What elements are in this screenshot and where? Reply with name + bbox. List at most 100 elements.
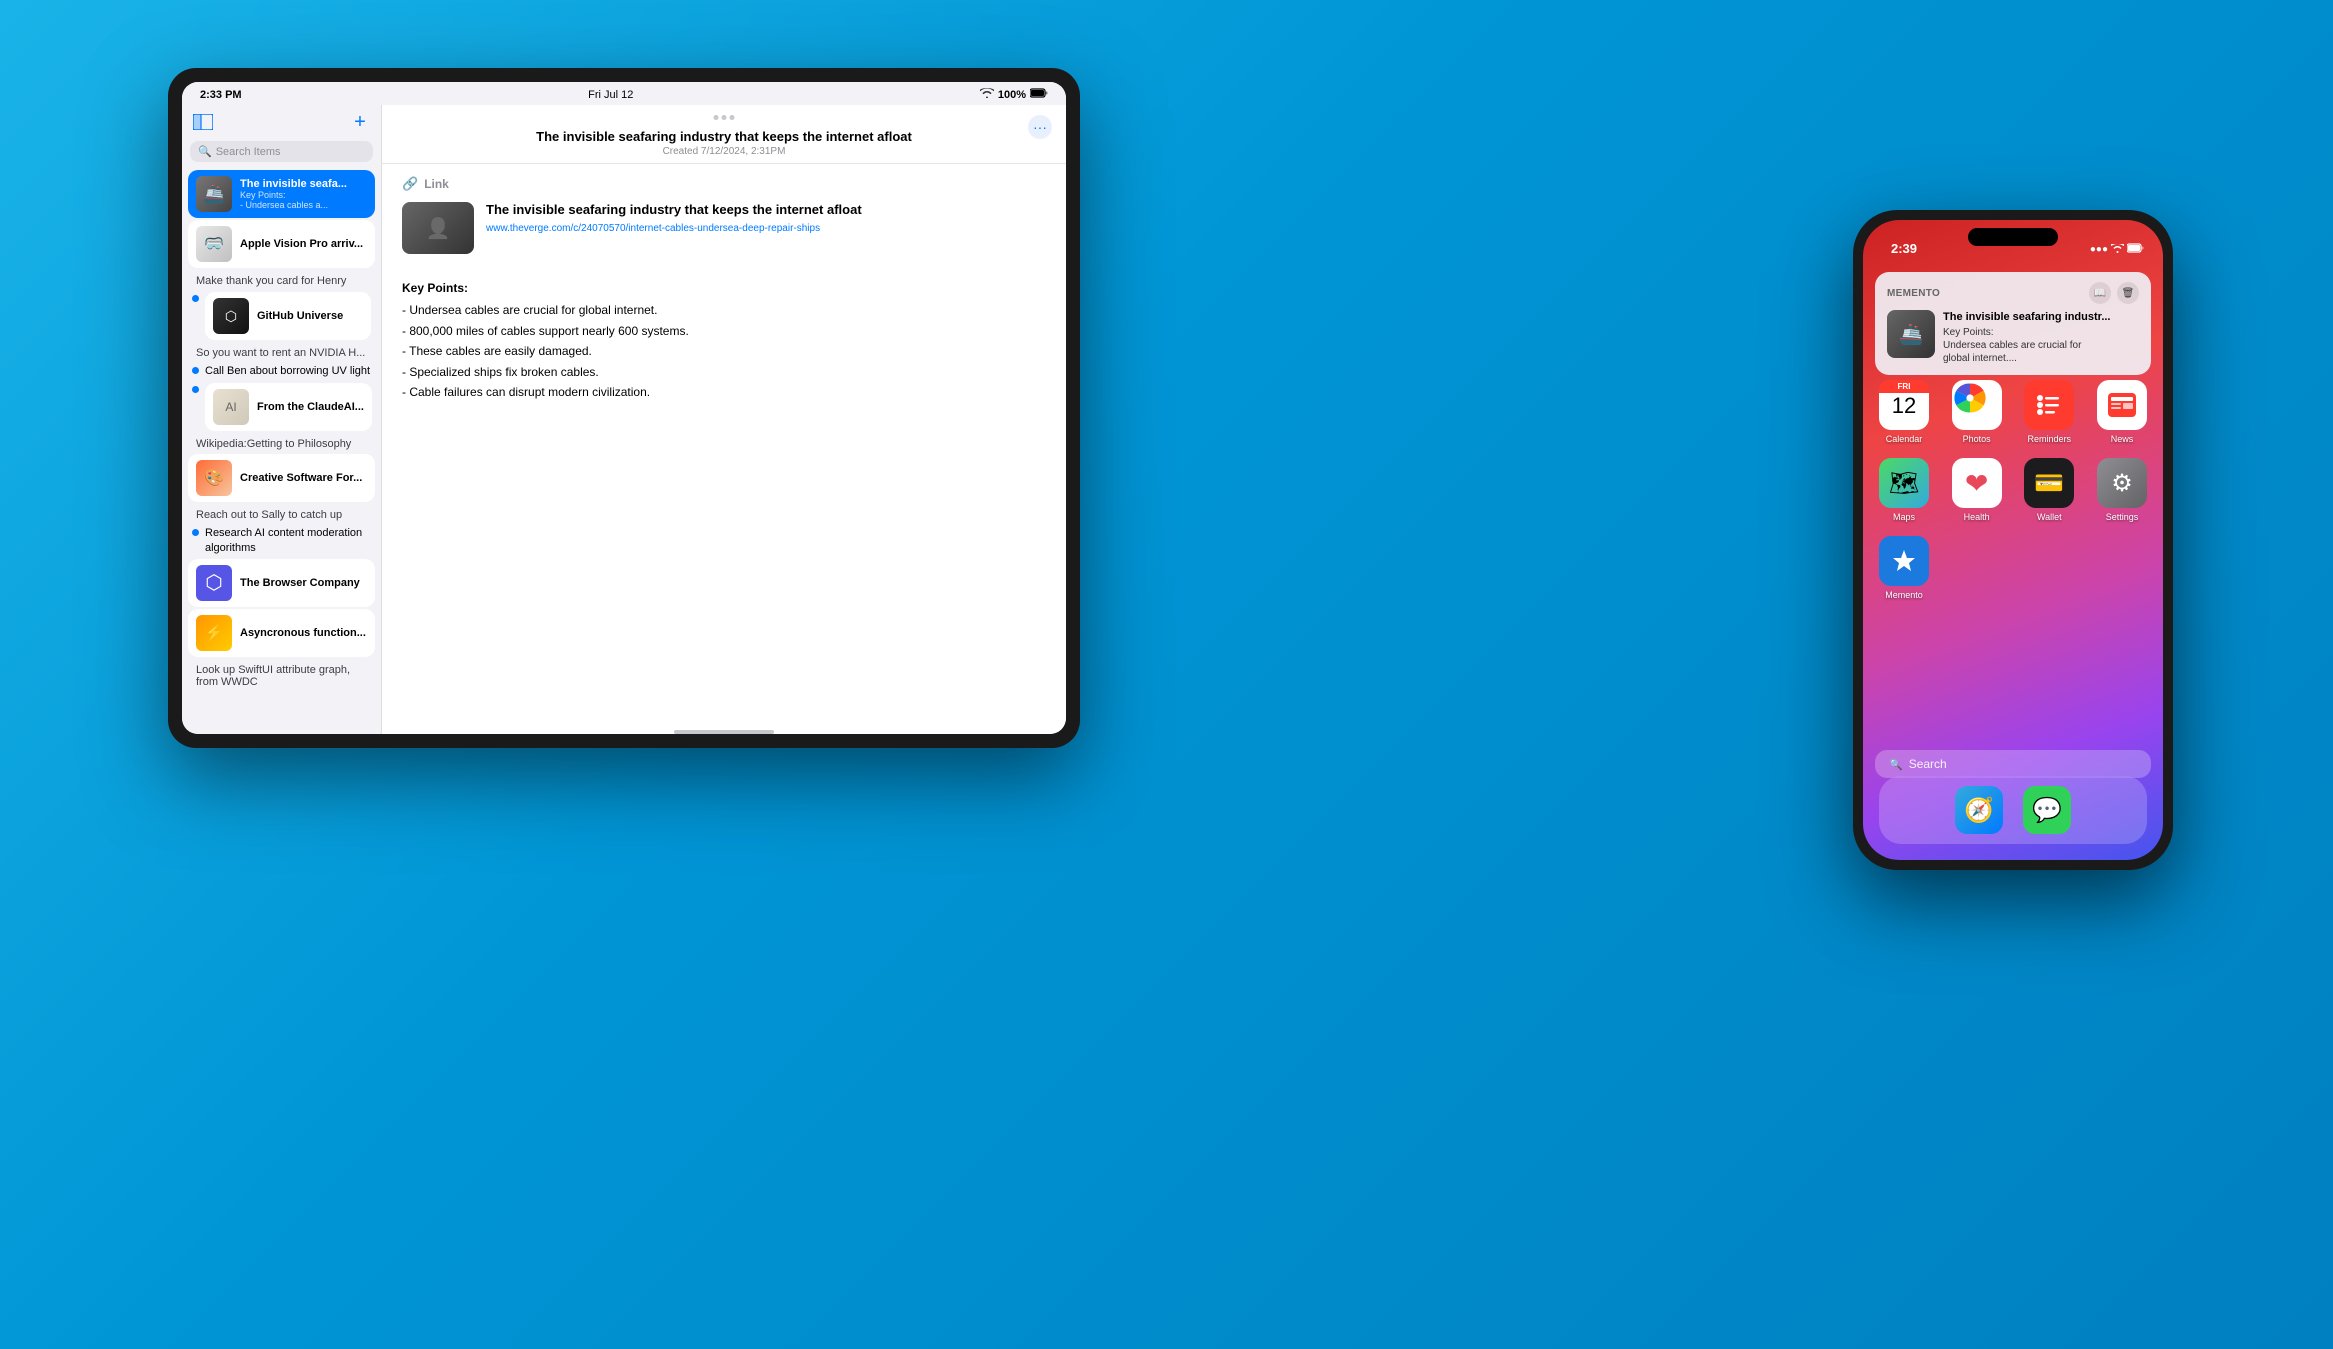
notification-app-name: Memento (1887, 288, 1940, 299)
tablet-content-area: + 🔍 Search Items 🚢 (182, 105, 1066, 734)
article-info: The invisible seafaring industry that ke… (486, 202, 1046, 254)
sidebar-item-apple-vision[interactable]: 🥽 Apple Vision Pro arriv... (188, 220, 375, 268)
key-point-1: - Undersea cables are crucial for global… (402, 300, 1046, 320)
phone-signal-icon: ●●● (2090, 244, 2108, 255)
icon-item-reminders[interactable]: Reminders (2020, 380, 2078, 444)
sidebar-item-title-browser-co: The Browser Company (240, 577, 367, 589)
sidebar-item-title-seafaring: The invisible seafa... (240, 178, 367, 190)
calendar-day-header: FRI (1879, 380, 1929, 393)
sidebar-thumb-claude: AI (213, 389, 249, 425)
icon-item-settings[interactable]: ⚙ Settings (2093, 458, 2151, 522)
tablet-status-right: 100% (980, 88, 1048, 101)
phone-icons-row-3: Memento (1875, 536, 2151, 600)
article-preview[interactable]: The invisible seafaring industry that ke… (402, 202, 1046, 264)
sidebar-item-info-claude: From the ClaudeAI... (257, 401, 364, 413)
sidebar-item-browser-co[interactable]: ⬡ The Browser Company (188, 559, 375, 607)
wallet-label: Wallet (2037, 512, 2062, 522)
main-body: 🔗 Link The invisible seafaring industry … (382, 164, 1066, 724)
wifi-icon (980, 88, 994, 101)
phone-time: 2:39 (1891, 241, 1917, 256)
search-bar[interactable]: 🔍 Search Items (190, 141, 373, 162)
phone-search-text: Search (1909, 757, 1947, 771)
notification-header: Memento 📖 🗑 (1887, 282, 2139, 304)
sidebar-item-swiftui[interactable]: Look up SwiftUI attribute graph, from WW… (182, 659, 381, 690)
icon-item-memento[interactable]: Memento (1875, 536, 1933, 600)
sidebar-list: 🚢 The invisible seafa... Key Points: - U… (182, 168, 381, 734)
sidebar-item-nvidia[interactable]: So you want to rent an NVIDIA H... (182, 342, 381, 361)
sidebar-item-subtitle-seafaring: Key Points: (240, 190, 367, 200)
icon-item-maps[interactable]: 🗺 Maps (1875, 458, 1933, 522)
sidebar-item-call-ben[interactable]: Call Ben about borrowing UV light (182, 361, 381, 380)
icon-item-wallet[interactable]: 💳 Wallet (2020, 458, 2078, 522)
sidebar-thumb-seafaring: 🚢 (196, 176, 232, 212)
news-label: News (2111, 434, 2134, 444)
notification-text: The invisible seafaring industr... Key P… (1943, 310, 2139, 365)
icon-item-news[interactable]: News (2093, 380, 2151, 444)
notification-thumb: 🚢 (1887, 310, 1935, 358)
settings-label: Settings (2106, 512, 2139, 522)
sidebar-panel-icon[interactable] (192, 111, 214, 133)
phone-icons-row-2: 🗺 Maps ❤ Health 💳 Wallet ⚙ (1875, 458, 2151, 522)
phone-icons-area: FRI 12 Calendar (1875, 380, 2151, 614)
phone-search-bar[interactable]: 🔍 Search (1875, 750, 2151, 778)
new-item-button[interactable]: + (349, 111, 371, 133)
notification-book-action[interactable]: 📖 (2089, 282, 2111, 304)
sidebar-item-async[interactable]: ⚡ Asyncronous function... (188, 609, 375, 657)
scroll-indicator (674, 730, 774, 734)
tablet-status-bar: 2:33 PM Fri Jul 12 100% (182, 82, 1066, 105)
news-icon-box (2097, 380, 2147, 430)
notification-body: 🚢 The invisible seafaring industr... Key… (1887, 310, 2139, 365)
main-header-dots (714, 115, 735, 120)
main-header: The invisible seafaring industry that ke… (382, 105, 1066, 164)
wallet-icon-box: 💳 (2024, 458, 2074, 508)
link-label: Link (424, 177, 449, 191)
sidebar-item-claude-dot: AI From the ClaudeAI... (182, 380, 381, 433)
sidebar-item-title-github: GitHub Universe (257, 310, 363, 322)
key-points-section: Key Points: - Undersea cables are crucia… (402, 278, 1046, 402)
sidebar-item-github-dot: ⬡ GitHub Universe (182, 289, 381, 342)
notification-card[interactable]: Memento 📖 🗑 🚢 The invisible seafaring in… (1875, 272, 2151, 375)
sidebar-item-sally[interactable]: Reach out to Sally to catch up (182, 504, 381, 523)
sidebar-item-research-ai[interactable]: Research AI content moderation algorithm… (182, 523, 381, 557)
phone-device: 2:39 ●●● Memento 📖 🗑 (1853, 210, 2173, 870)
key-point-2: - 800,000 miles of cables support nearly… (402, 321, 1046, 341)
sidebar-item-github[interactable]: ⬡ GitHub Universe (205, 292, 371, 340)
notification-subtitle: Key Points:Undersea cables are crucial f… (1943, 326, 2139, 365)
sidebar-item-info-seafaring: The invisible seafa... Key Points: - Und… (240, 178, 367, 210)
phone-screen: 2:39 ●●● Memento 📖 🗑 (1863, 220, 2163, 860)
sidebar-thumb-apple-vision: 🥽 (196, 226, 232, 262)
sidebar-dot-research (192, 529, 199, 536)
article-title: The invisible seafaring industry that ke… (486, 202, 1046, 219)
dock-messages-icon[interactable]: 💬 (2023, 786, 2071, 834)
sidebar-thumb-browser-co: ⬡ (196, 565, 232, 601)
calendar-date-num: 12 (1892, 393, 1916, 419)
health-icon-box: ❤ (1952, 458, 2002, 508)
sidebar: + 🔍 Search Items 🚢 (182, 105, 382, 734)
sidebar-item-wikipedia[interactable]: Wikipedia:Getting to Philosophy (182, 433, 381, 452)
icon-item-calendar[interactable]: FRI 12 Calendar (1875, 380, 1933, 444)
reminders-label: Reminders (2028, 434, 2072, 444)
article-url[interactable]: www.theverge.com/c/24070570/internet-cab… (486, 223, 1046, 234)
sidebar-dot-text-research: Research AI content moderation algorithm… (205, 526, 371, 555)
dock-safari-icon[interactable]: 🧭 (1955, 786, 2003, 834)
key-point-4: - Specialized ships fix broken cables. (402, 362, 1046, 382)
more-options-button[interactable]: ··· (1028, 115, 1052, 139)
sidebar-item-invisible-seafaring[interactable]: 🚢 The invisible seafa... Key Points: - U… (188, 170, 375, 218)
photos-icon-box (1952, 380, 2002, 430)
phone-search-icon: 🔍 (1889, 758, 1903, 771)
sidebar-item-creative[interactable]: 🎨 Creative Software For... (188, 454, 375, 502)
sidebar-thumb-async: ⚡ (196, 615, 232, 651)
notification-trash-action[interactable]: 🗑 (2117, 282, 2139, 304)
photos-label: Photos (1963, 434, 1991, 444)
maps-label: Maps (1893, 512, 1915, 522)
sidebar-item-subtitle2-seafaring: - Undersea cables a... (240, 200, 367, 210)
sidebar-item-claude[interactable]: AI From the ClaudeAI... (205, 383, 372, 431)
sidebar-item-title-claude: From the ClaudeAI... (257, 401, 364, 413)
sidebar-item-info-async: Asyncronous function... (240, 627, 367, 639)
icon-item-photos[interactable]: Photos (1948, 380, 2006, 444)
icon-item-health[interactable]: ❤ Health (1948, 458, 2006, 522)
sidebar-thumb-github: ⬡ (213, 298, 249, 334)
health-label: Health (1964, 512, 1990, 522)
maps-icon-box: 🗺 (1879, 458, 1929, 508)
sidebar-item-henry[interactable]: Make thank you card for Henry (182, 270, 381, 289)
